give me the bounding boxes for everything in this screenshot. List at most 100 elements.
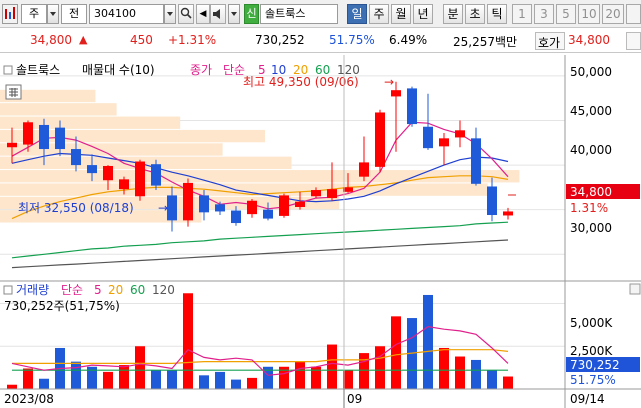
candle-up (327, 189, 337, 199)
code-dropdown-icon[interactable] (164, 4, 176, 24)
price-type-select[interactable]: 전 (61, 4, 87, 24)
market-select[interactable]: 주 (21, 4, 47, 24)
period-tab-second[interactable]: 초 (465, 4, 485, 24)
toolbar: 주 전 304100 ◀ 신 솔트룩스 일 주 월 년 분 초 틱 1 3 5 … (0, 0, 641, 28)
interval-1-button[interactable]: 1 (512, 4, 532, 24)
price-tick-50000: 50,000 (570, 65, 612, 79)
market-dropdown-icon[interactable] (47, 4, 59, 24)
stock-code-input[interactable]: 304100 (89, 4, 164, 24)
period-tab-minute[interactable]: 분 (443, 4, 463, 24)
interval-5-button[interactable]: 5 (556, 4, 576, 24)
quote-bar: 34,800 ▲ 450 +1.31% 730,252 51.75% 6.49%… (0, 29, 641, 53)
volume-bar-down (39, 378, 49, 389)
sound-dropdown-icon[interactable] (228, 4, 240, 24)
search-button[interactable] (178, 4, 194, 24)
volume-bar-down (167, 370, 177, 389)
volume-legend-ma120: 120 (152, 283, 175, 297)
last-price-label: 34,800 (570, 185, 612, 199)
turnover-rate: 6.49% (389, 33, 428, 47)
candle-down (407, 88, 417, 125)
profile-bar (0, 143, 223, 156)
speaker-icon (213, 9, 220, 19)
legend-stock-name: 솔트룩스 (16, 63, 60, 77)
candle-up (247, 200, 257, 215)
candle-down (263, 209, 273, 219)
volume-bar-up (119, 365, 129, 389)
volume-legend-ma-type: 단순 (61, 283, 83, 297)
sound-button[interactable] (210, 4, 226, 24)
candle-up (391, 90, 401, 97)
candle-down (423, 126, 433, 149)
price-tick-30000: 30,000 (570, 221, 612, 235)
interval-20-button[interactable]: 20 (602, 4, 624, 24)
candle-up (279, 195, 289, 216)
candle-up (119, 179, 129, 190)
volume-bar-down (71, 361, 81, 389)
volume-bar-down (231, 379, 241, 389)
volume-legend-ma20: 20 (108, 283, 123, 297)
up-arrow-icon: ▲ (79, 33, 88, 46)
chart-area[interactable]: 솔트룩스 매물대 수(10) 종가 단순 5 10 20 60 120 최고 4… (0, 55, 641, 408)
volume-tick-5000k: 5,000K (570, 316, 613, 330)
last-volume-pct: 51.75% (570, 373, 616, 387)
high-arrow-icon: → (384, 75, 394, 89)
change-percent: +1.31% (168, 33, 217, 47)
period-tab-year[interactable]: 년 (413, 4, 433, 24)
period-tab-day[interactable]: 일 (347, 4, 367, 24)
candle-up (7, 142, 17, 148)
candle-down (231, 210, 241, 224)
candle-down (167, 195, 177, 221)
last-price-pct: 1.31% (570, 201, 608, 215)
volume-bar-down (487, 370, 497, 389)
candle-down (39, 124, 49, 150)
stock-chart[interactable]: 솔트룩스 매물대 수(10) 종가 단순 5 10 20 60 120 최고 4… (0, 55, 641, 408)
period-tab-month[interactable]: 월 (391, 4, 411, 24)
interval-10-button[interactable]: 10 (578, 4, 600, 24)
hoga-extra-box[interactable] (626, 32, 641, 50)
candle-down (151, 164, 161, 186)
volume-bar-down (215, 371, 225, 389)
chart-settings-icon (5, 7, 15, 19)
candle-up (439, 138, 449, 147)
volume-bar-up (7, 384, 17, 389)
volume-bar-down (151, 370, 161, 389)
candle-up (295, 201, 305, 207)
volume-bar-up (503, 376, 513, 389)
legend-toggle-icon[interactable] (3, 65, 13, 75)
candle-up (503, 211, 513, 216)
candle-up (103, 165, 113, 181)
profile-bar (0, 103, 117, 116)
hoga-price: 34,800 (568, 33, 610, 47)
chart-settings-button[interactable] (2, 4, 18, 24)
interval-more-button[interactable] (626, 4, 641, 24)
volume-legend-ma5: 5 (94, 283, 102, 297)
period-tab-tick[interactable]: 틱 (487, 4, 507, 24)
volume-panel-scroll-handle[interactable] (629, 283, 641, 295)
volume-bar-up (359, 353, 369, 389)
candle-down (199, 195, 209, 213)
volume-legend-name: 거래량 (16, 283, 49, 297)
interval-3-button[interactable]: 3 (534, 4, 554, 24)
price-tick-45000: 45,000 (570, 104, 612, 118)
prev-stock-button[interactable]: ◀ (196, 4, 210, 24)
volume-bar-up (23, 368, 33, 389)
candle-up (375, 112, 385, 167)
stock-name-field: 솔트룩스 (260, 4, 338, 24)
legend-close: 종가 (190, 63, 212, 77)
volume-bar-down (199, 375, 209, 389)
high-price-label: 최고 49,350 (09/06) (243, 75, 359, 89)
low-arrow-icon: → (158, 201, 168, 215)
period-tab-week[interactable]: 주 (369, 4, 389, 24)
volume-bar-up (295, 361, 305, 389)
profile-bar (0, 170, 520, 183)
volume-bar-up (103, 371, 113, 389)
credit-badge: 신 (244, 4, 259, 24)
volume-bar-up (183, 293, 193, 389)
hoga-label-box: 호가 (535, 32, 565, 50)
current-price: 34,800 (30, 33, 72, 47)
candle-down (215, 204, 225, 212)
trade-amount: 25,257백만 (453, 35, 518, 49)
candle-up (455, 130, 465, 138)
volume-legend-toggle-icon[interactable] (3, 285, 13, 295)
candle-down (471, 138, 481, 184)
